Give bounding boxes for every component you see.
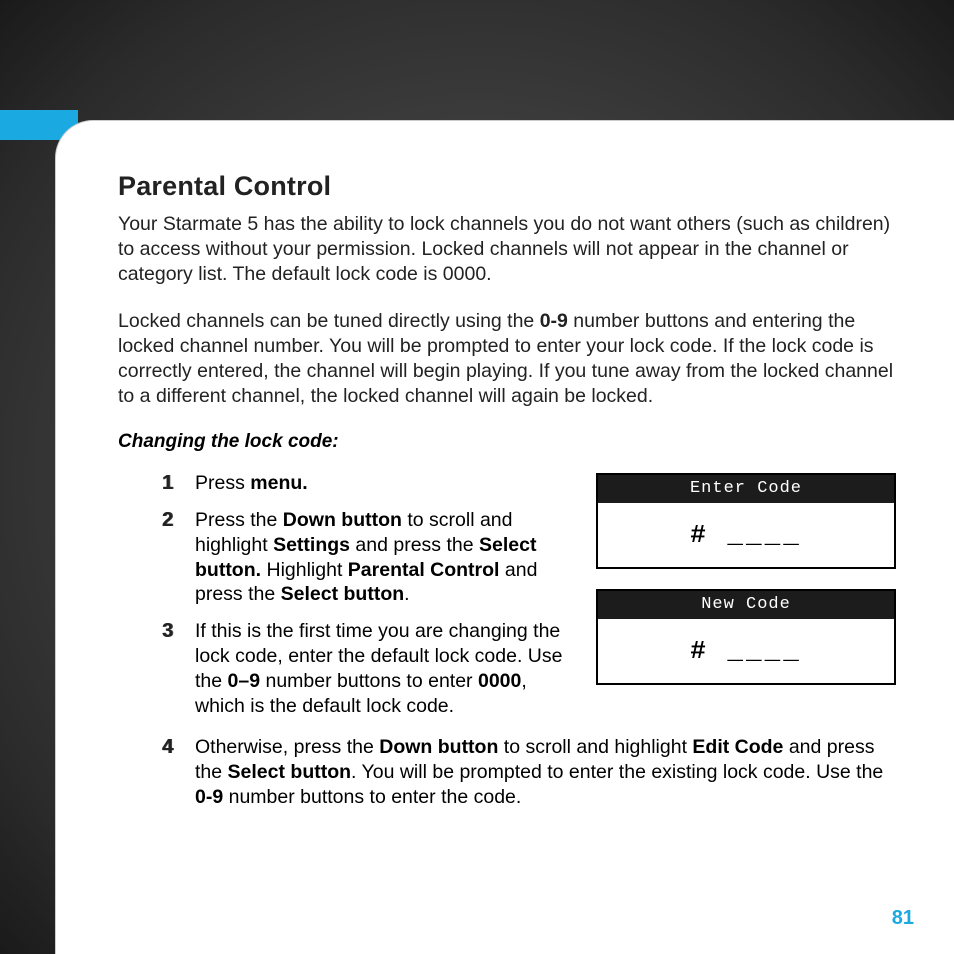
text: . You will be prompted to enter the exis… bbox=[351, 761, 883, 783]
text: Press the bbox=[195, 509, 283, 531]
bold: Edit Code bbox=[692, 736, 783, 758]
step-number: 3 bbox=[118, 619, 195, 643]
bold: Down button bbox=[283, 509, 402, 531]
text: to scroll and highlight bbox=[498, 736, 692, 758]
text: Press bbox=[195, 472, 250, 494]
step-4: 4 Otherwise, press the Down button to sc… bbox=[118, 735, 896, 810]
step-number: 1 bbox=[118, 471, 195, 495]
text: Otherwise, press the bbox=[195, 736, 379, 758]
para2-bold-09: 0-9 bbox=[540, 310, 568, 332]
step-body: Press the Down button to scroll and high… bbox=[195, 508, 572, 608]
bold: 0-9 bbox=[195, 786, 223, 808]
device-screen-enter-code: Enter Code # ____ bbox=[596, 473, 896, 569]
screen-title: New Code bbox=[598, 591, 894, 619]
text: Highlight bbox=[261, 559, 348, 581]
bold: menu. bbox=[250, 472, 307, 494]
steps-column: 1 Press menu. 2 Press the Down button to… bbox=[118, 471, 572, 732]
screen-title: Enter Code bbox=[598, 475, 894, 503]
bold: Select button bbox=[281, 583, 405, 605]
step-body: If this is the first time you are changi… bbox=[195, 619, 572, 719]
step-number: 4 bbox=[118, 735, 195, 759]
step-2: 2 Press the Down button to scroll and hi… bbox=[118, 508, 572, 608]
step-number: 2 bbox=[118, 508, 195, 532]
screen-body: # ____ bbox=[598, 503, 894, 567]
bold: 0–9 bbox=[228, 670, 261, 692]
bold: Down button bbox=[379, 736, 498, 758]
intro-paragraph-1: Your Starmate 5 has the ability to lock … bbox=[118, 212, 896, 287]
text: number buttons to enter the code. bbox=[223, 786, 521, 808]
bold: 0000 bbox=[478, 670, 521, 692]
device-screen-new-code: New Code # ____ bbox=[596, 589, 896, 685]
bold: Parental Control bbox=[348, 559, 500, 581]
text: . bbox=[404, 583, 409, 605]
bold: Settings bbox=[273, 534, 350, 556]
step-body: Otherwise, press the Down button to scro… bbox=[195, 735, 896, 810]
page-number: 81 bbox=[892, 907, 914, 930]
step-3: 3 If this is the first time you are chan… bbox=[118, 619, 572, 719]
step-body: Press menu. bbox=[195, 471, 572, 496]
subheading-changing-lock-code: Changing the lock code: bbox=[118, 431, 896, 453]
device-screens-column: Enter Code # ____ New Code # ____ bbox=[596, 471, 896, 685]
intro-paragraph-2: Locked channels can be tuned directly us… bbox=[118, 309, 896, 409]
page-title: Parental Control bbox=[118, 171, 896, 202]
bold: Select button bbox=[228, 761, 352, 783]
text: and press the bbox=[350, 534, 479, 556]
steps-and-screens-row: 1 Press menu. 2 Press the Down button to… bbox=[118, 471, 896, 732]
para2-pre: Locked channels can be tuned directly us… bbox=[118, 310, 540, 332]
screen-body: # ____ bbox=[598, 619, 894, 683]
text: number buttons to enter bbox=[260, 670, 478, 692]
step-1: 1 Press menu. bbox=[118, 471, 572, 496]
page-card: Parental Control Your Starmate 5 has the… bbox=[55, 120, 954, 954]
